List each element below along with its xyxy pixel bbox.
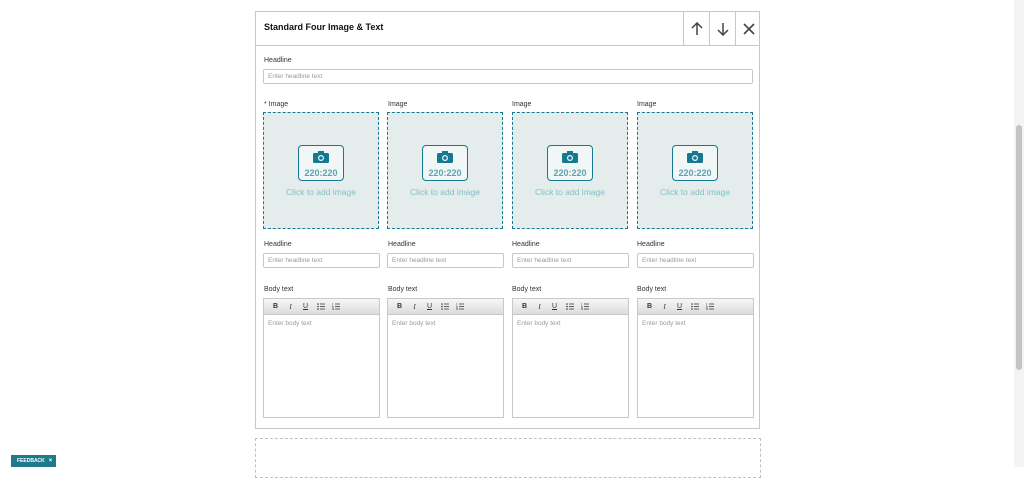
body-text-label: Body text: [264, 286, 294, 293]
editor-toolbar: B I U: [388, 299, 503, 315]
underline-button[interactable]: U: [672, 300, 687, 313]
column-headline-label: Headline: [388, 241, 416, 248]
feedback-label: FEEDBACK: [17, 458, 45, 464]
bold-button[interactable]: B: [517, 300, 532, 313]
image-size-badge: 220:220: [422, 145, 468, 181]
click-to-add-image-text: Click to add image: [410, 187, 480, 197]
image-upload-dropzone[interactable]: 220:220 Click to add image: [637, 112, 753, 229]
image-size-badge: 220:220: [672, 145, 718, 181]
bold-button[interactable]: B: [392, 300, 407, 313]
numbered-list-button[interactable]: [452, 300, 467, 313]
column-headline-label: Headline: [264, 241, 292, 248]
column-headline-input[interactable]: [512, 253, 629, 268]
move-up-button[interactable]: [683, 12, 710, 45]
click-to-add-image-text: Click to add image: [286, 187, 356, 197]
standard-four-image-text-module: Standard Four Image & Text Headline * Im…: [255, 11, 760, 429]
arrow-down-icon: [717, 22, 729, 36]
image-label: Image: [388, 101, 408, 108]
body-text-area[interactable]: Enter body text: [392, 320, 436, 327]
body-text-editor: B I U Enter body text: [637, 298, 754, 418]
bulleted-list-icon: [690, 303, 699, 310]
body-text-area[interactable]: Enter body text: [268, 320, 312, 327]
numbered-list-icon: [705, 303, 714, 310]
image-label: Image: [512, 101, 532, 108]
image-size-text: 220:220: [678, 168, 712, 178]
bulleted-list-button[interactable]: [687, 300, 702, 313]
underline-button[interactable]: U: [298, 300, 313, 313]
bulleted-list-button[interactable]: [437, 300, 452, 313]
column-headline-label: Headline: [512, 241, 540, 248]
image-upload-dropzone[interactable]: 220:220 Click to add image: [387, 112, 503, 229]
underline-button[interactable]: U: [422, 300, 437, 313]
module-headline-label: Headline: [264, 57, 292, 64]
module-header: Standard Four Image & Text: [256, 12, 759, 46]
bold-button[interactable]: B: [268, 300, 283, 313]
bold-button[interactable]: B: [642, 300, 657, 313]
bulleted-list-button[interactable]: [562, 300, 577, 313]
editor-toolbar: B I U: [264, 299, 379, 315]
bulleted-list-icon: [565, 303, 574, 310]
bulleted-list-icon: [440, 303, 449, 310]
body-text-area[interactable]: Enter body text: [517, 320, 561, 327]
image-size-text: 220:220: [304, 168, 338, 178]
next-module-placeholder: [255, 438, 761, 478]
feedback-tab[interactable]: FEEDBACK ×: [11, 455, 56, 467]
body-text-editor: B I U Enter body text: [263, 298, 380, 418]
body-text-editor: B I U Enter body text: [387, 298, 504, 418]
numbered-list-icon: [580, 303, 589, 310]
camera-icon: [313, 151, 329, 163]
editor-toolbar: B I U: [638, 299, 753, 315]
close-icon[interactable]: ×: [49, 458, 53, 464]
camera-icon: [437, 151, 453, 163]
numbered-list-button[interactable]: [577, 300, 592, 313]
image-size-text: 220:220: [553, 168, 587, 178]
module-headline-input[interactable]: [263, 69, 753, 84]
body-text-editor: B I U Enter body text: [512, 298, 629, 418]
camera-icon: [562, 151, 578, 163]
body-text-label: Body text: [637, 286, 667, 293]
remove-module-button[interactable]: [735, 12, 762, 45]
italic-button[interactable]: I: [532, 300, 547, 313]
underline-button[interactable]: U: [547, 300, 562, 313]
numbered-list-icon: [331, 303, 340, 310]
image-size-badge: 220:220: [547, 145, 593, 181]
image-label: * Image: [264, 101, 289, 108]
image-upload-dropzone[interactable]: 220:220 Click to add image: [263, 112, 379, 229]
scrollbar-thumb[interactable]: [1016, 125, 1022, 370]
column-headline-input[interactable]: [637, 253, 754, 268]
column-headline-label: Headline: [637, 241, 665, 248]
camera-icon: [687, 151, 703, 163]
body-text-label: Body text: [512, 286, 542, 293]
column-headline-input[interactable]: [263, 253, 380, 268]
bulleted-list-button[interactable]: [313, 300, 328, 313]
move-down-button[interactable]: [709, 12, 736, 45]
italic-button[interactable]: I: [407, 300, 422, 313]
image-size-badge: 220:220: [298, 145, 344, 181]
body-text-label: Body text: [388, 286, 418, 293]
column-headline-input[interactable]: [387, 253, 504, 268]
numbered-list-button[interactable]: [702, 300, 717, 313]
numbered-list-icon: [455, 303, 464, 310]
italic-button[interactable]: I: [657, 300, 672, 313]
editor-toolbar: B I U: [513, 299, 628, 315]
image-size-text: 220:220: [428, 168, 462, 178]
numbered-list-button[interactable]: [328, 300, 343, 313]
module-title: Standard Four Image & Text: [264, 22, 384, 32]
italic-button[interactable]: I: [283, 300, 298, 313]
click-to-add-image-text: Click to add image: [660, 187, 730, 197]
scrollbar-track[interactable]: [1014, 0, 1024, 467]
arrow-up-icon: [691, 21, 703, 35]
body-text-area[interactable]: Enter body text: [642, 320, 686, 327]
image-upload-dropzone[interactable]: 220:220 Click to add image: [512, 112, 628, 229]
click-to-add-image-text: Click to add image: [535, 187, 605, 197]
image-label: Image: [637, 101, 657, 108]
bulleted-list-icon: [316, 303, 325, 310]
close-icon: [743, 22, 755, 35]
